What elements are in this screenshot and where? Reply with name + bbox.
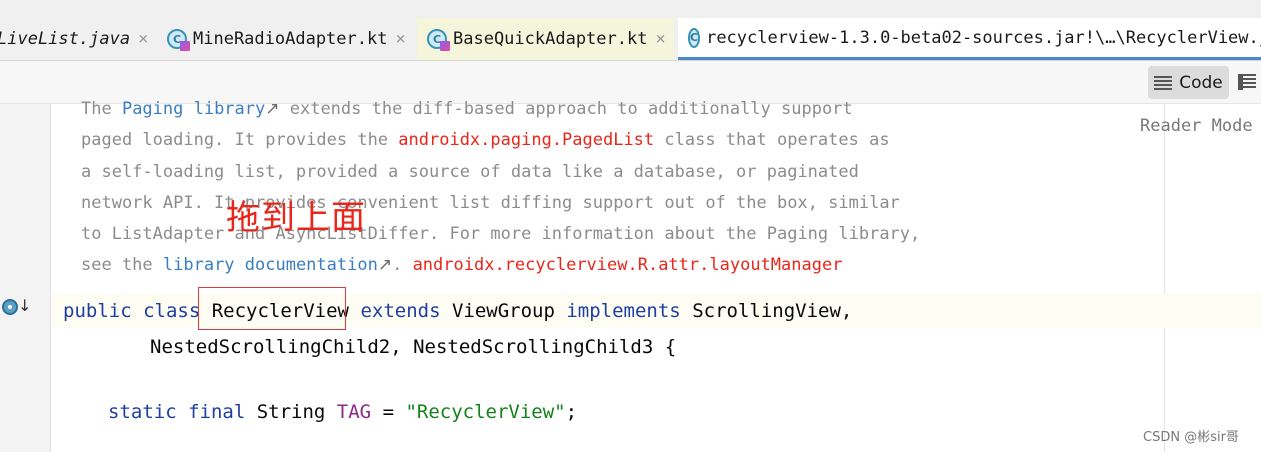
tab-mineradioadapter[interactable]: C MineRadioAdapter.kt ×: [167, 18, 406, 60]
tab-basequickadapter[interactable]: C BaseQuickAdapter.kt ×: [417, 18, 674, 60]
library-documentation-link[interactable]: library documentation: [163, 255, 378, 275]
doc-comment-line: to ListAdapter and AsyncListDiffer. For …: [81, 224, 921, 244]
watermark: CSDN @彬sir哥: [1143, 430, 1239, 445]
code-view-label: Code: [1179, 72, 1223, 93]
tab-recyclerview[interactable]: C recyclerview-1.3.0-beta02-sources.jar!…: [678, 18, 1261, 60]
tab-label: BaseQuickAdapter.kt: [453, 29, 648, 49]
editor-tab-bar: LiveList.java × C MineRadioAdapter.kt × …: [0, 0, 1261, 61]
external-link-icon: ↗: [265, 99, 280, 119]
external-link-icon: ↗: [377, 255, 393, 275]
editor-gutter: [0, 104, 51, 452]
split-view-icon[interactable]: [1238, 74, 1256, 90]
tab-label: LiveList.java: [0, 29, 131, 49]
code-line-interfaces: NestedScrollingChild2, NestedScrollingCh…: [150, 336, 677, 358]
close-icon[interactable]: ×: [395, 29, 405, 49]
doc-comment-line: paged loading. It provides the androidx.…: [81, 130, 890, 150]
code-line-tag-field: static final String TAG = "RecyclerView"…: [108, 401, 578, 423]
annotation-text: 拖到上面: [226, 198, 366, 238]
close-icon[interactable]: ×: [655, 29, 665, 49]
tab-livelist[interactable]: LiveList.java ×: [0, 18, 148, 60]
arrow-down-icon[interactable]: ↓: [18, 296, 31, 315]
code-line-class-declaration: public class RecyclerView extends ViewGr…: [63, 300, 853, 322]
tab-label: MineRadioAdapter.kt: [193, 29, 388, 49]
right-margin-guide: [1164, 104, 1165, 452]
paging-library-link[interactable]: Paging library: [122, 99, 265, 119]
reader-mode-toggle[interactable]: Reader Mode: [1140, 116, 1253, 136]
java-class-icon: C: [688, 27, 701, 48]
close-icon[interactable]: ×: [138, 29, 148, 49]
editor-toolbar: [0, 61, 1261, 104]
layoutmanager-attr-reference[interactable]: androidx.recyclerview.R.attr.layoutManag…: [413, 255, 843, 275]
pagedlist-reference[interactable]: androidx.paging.PagedList: [398, 130, 654, 150]
implements-gutter-icon[interactable]: [2, 299, 18, 315]
doc-comment-line: The Paging library↗ extends the diff-bas…: [81, 99, 853, 119]
kotlin-class-icon: C: [427, 29, 450, 51]
lines-icon: [1154, 75, 1173, 90]
highlight-box: [198, 287, 346, 330]
doc-comment-line: a self-loading list, provided a source o…: [81, 162, 859, 182]
code-view-button[interactable]: Code: [1148, 66, 1229, 99]
kotlin-class-icon: C: [167, 29, 190, 51]
tab-label: recyclerview-1.3.0-beta02-sources.jar!\……: [706, 27, 1261, 48]
doc-comment-line: network API. It provides convenient list…: [81, 193, 900, 213]
doc-comment-line: see the library documentation↗. androidx…: [81, 255, 843, 275]
